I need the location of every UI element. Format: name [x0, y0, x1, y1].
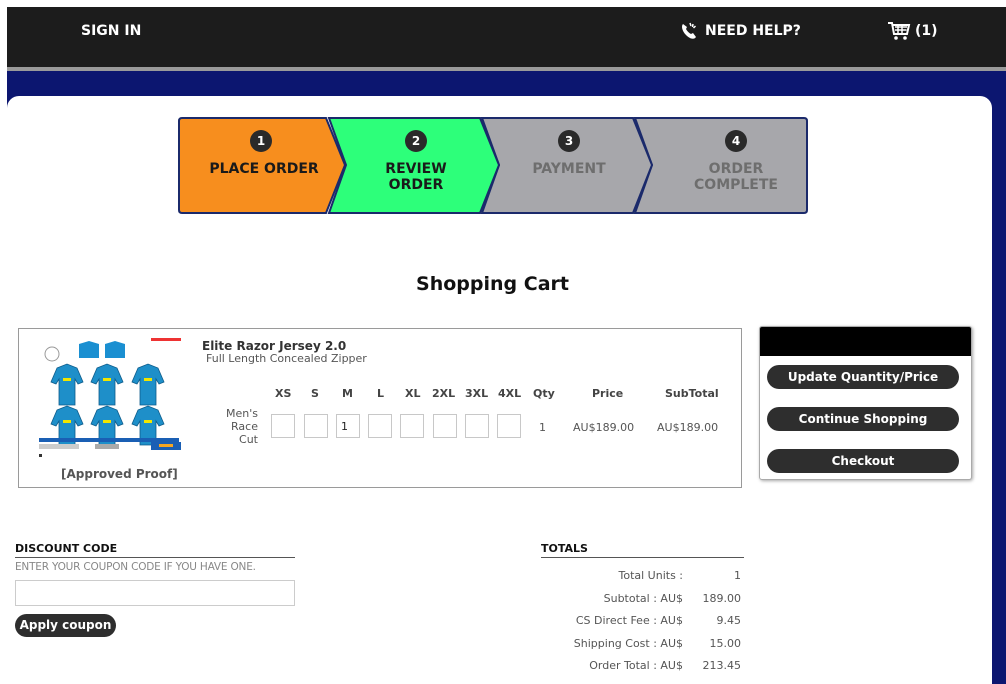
continue-shopping-button[interactable]: Continue Shopping	[767, 407, 959, 431]
step-4-number: 4	[725, 130, 747, 152]
size-header-s: S	[311, 387, 319, 400]
step-4-label: ORDER COMPLETE	[694, 161, 778, 193]
order-total-value: 213.45	[702, 659, 742, 672]
shipping-cost-label: Shipping Cost : AU$	[573, 637, 683, 650]
total-units-value: 1	[734, 569, 741, 582]
product-cut: Men's Race Cut	[226, 407, 258, 446]
cart-link[interactable]: (1)	[887, 21, 938, 41]
cart-icon	[888, 22, 911, 40]
cart-actions-panel: Update Quantity/Price Continue Shopping …	[759, 326, 972, 480]
coupon-code-input[interactable]	[15, 580, 295, 606]
discount-title: DISCOUNT CODE	[15, 542, 118, 555]
subtotal-header: SubTotal	[665, 387, 719, 400]
qty-header: Qty	[533, 387, 555, 400]
phone-icon	[682, 22, 697, 39]
size-input-l[interactable]	[368, 414, 392, 438]
size-header-xl: XL	[405, 387, 421, 400]
step-1-label: PLACE ORDER	[209, 161, 319, 177]
step-1-number: 1	[250, 130, 272, 152]
step-2-number: 2	[405, 130, 427, 152]
update-quantity-button[interactable]: Update Quantity/Price	[767, 365, 959, 389]
shipping-cost-row: Shipping Cost : AU$ 15.00	[541, 637, 741, 653]
item-qty: 1	[539, 421, 546, 434]
discount-divider	[15, 557, 295, 558]
checkout-button[interactable]: Checkout	[767, 449, 959, 473]
item-price: AU$189.00	[573, 421, 635, 434]
total-units-row: Total Units : 1	[541, 569, 741, 585]
sign-in-link[interactable]: SIGN IN	[81, 23, 141, 39]
size-input-4xl[interactable]	[497, 414, 521, 438]
size-input-3xl[interactable]	[465, 414, 489, 438]
order-total-label: Order Total : AU$	[589, 659, 683, 672]
size-header-2xl: 2XL	[432, 387, 456, 400]
cs-direct-fee-row: CS Direct Fee : AU$ 9.45	[541, 614, 741, 630]
size-header-xs: XS	[275, 387, 292, 400]
subtotal-label: Subtotal : AU$	[603, 592, 683, 605]
shipping-cost-value: 15.00	[709, 637, 742, 650]
product-name: Elite Razor Jersey 2.0	[202, 339, 347, 353]
actions-panel-header	[760, 327, 971, 356]
size-input-s[interactable]	[304, 414, 328, 438]
need-help-label: NEED HELP?	[705, 23, 801, 39]
totals-divider	[541, 557, 744, 558]
approved-proof-link[interactable]: [Approved Proof]	[61, 467, 178, 481]
size-input-xs[interactable]	[271, 414, 295, 438]
step-3-number: 3	[558, 130, 580, 152]
cart-count: (1)	[915, 23, 938, 39]
totals-title: TOTALS	[541, 542, 588, 555]
subtotal-row: Subtotal : AU$ 189.00	[541, 592, 741, 608]
size-header-l: L	[377, 387, 385, 400]
size-header-4xl: 4XL	[498, 387, 522, 400]
price-header: Price	[592, 387, 624, 400]
size-header-3xl: 3XL	[465, 387, 489, 400]
product-description: Full Length Concealed Zipper	[206, 352, 367, 365]
checkout-steps: 1 PLACE ORDER 2 REVIEW ORDER 3 PAYMENT 4…	[176, 116, 816, 216]
cs-direct-fee-value: 9.45	[716, 614, 742, 627]
cart-item: [Approved Proof] Elite Razor Jersey 2.0 …	[18, 328, 742, 488]
total-units-label: Total Units :	[618, 569, 683, 582]
apply-coupon-button[interactable]: Apply coupon	[15, 614, 116, 637]
step-3-label: PAYMENT	[532, 161, 606, 177]
size-input-xl[interactable]	[400, 414, 424, 438]
top-bar: SIGN IN NEED HELP? (1)	[7, 7, 1006, 67]
order-total-row: Order Total : AU$ 213.45	[541, 659, 741, 675]
need-help-link[interactable]: NEED HELP?	[679, 21, 801, 41]
size-header-m: M	[342, 387, 353, 400]
discount-hint: ENTER YOUR COUPON CODE IF YOU HAVE ONE.	[15, 561, 256, 573]
item-subtotal: AU$189.00	[657, 421, 719, 434]
page-title: Shopping Cart	[416, 273, 569, 295]
step-2-label: REVIEW ORDER	[385, 161, 447, 193]
cs-direct-fee-label: CS Direct Fee : AU$	[575, 614, 683, 627]
jersey-proof-thumbnail[interactable]	[35, 334, 187, 464]
subtotal-value: 189.00	[702, 592, 742, 605]
size-input-2xl[interactable]	[433, 414, 457, 438]
size-input-m[interactable]: 1	[336, 414, 360, 438]
